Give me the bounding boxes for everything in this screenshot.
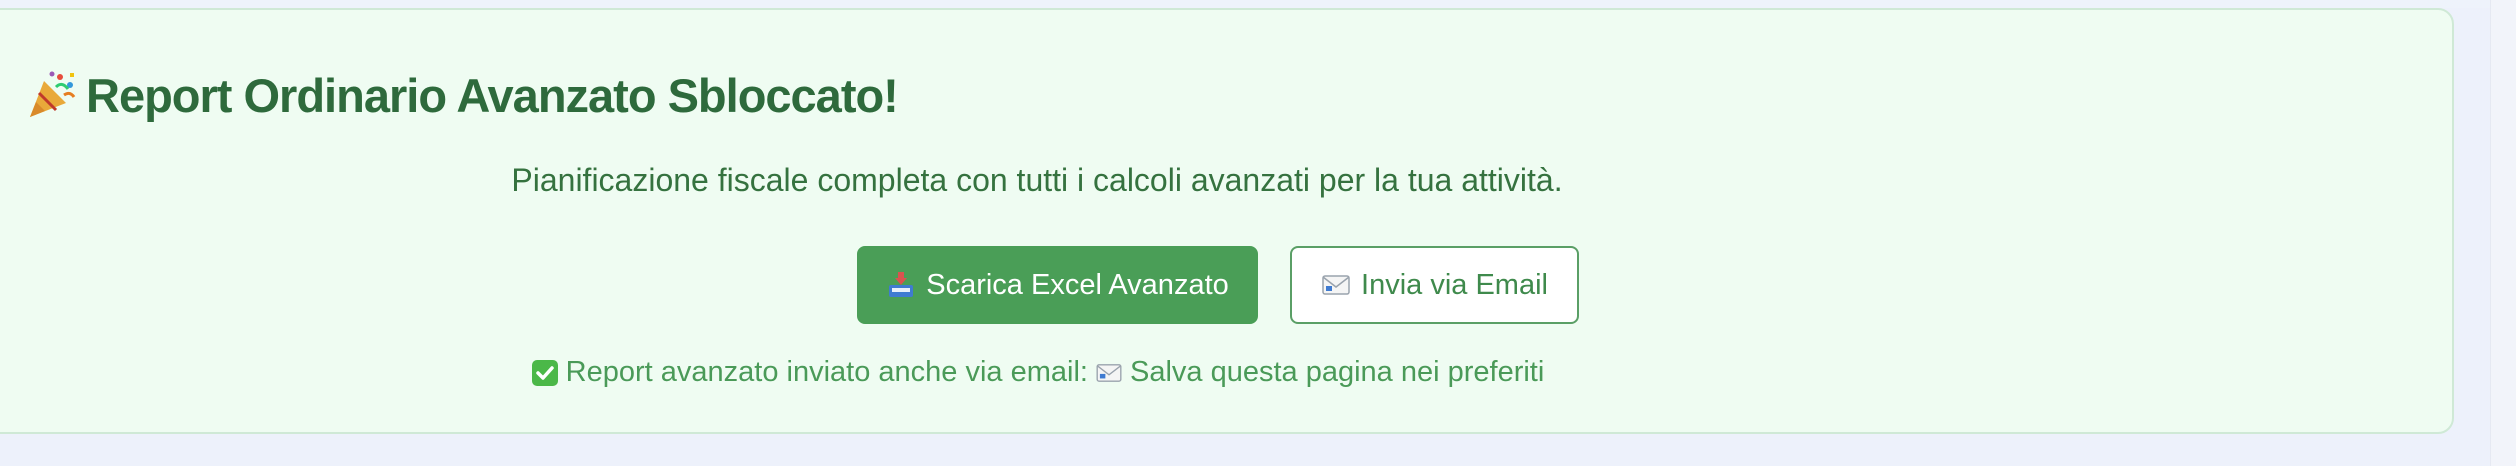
send-email-button[interactable]: Invia via Email — [1290, 246, 1579, 324]
envelope-icon — [1321, 270, 1351, 300]
note-text-bookmark: Salva questa pagina nei preferiti — [1129, 356, 1545, 388]
scrollbar[interactable] — [2490, 0, 2516, 466]
card-header: Report Ordinario Avanzato Sbloccato! — [24, 60, 899, 130]
action-buttons: Scarica Excel Avanzato Invia via Email — [857, 246, 1579, 324]
party-popper-icon — [24, 67, 80, 123]
envelope-icon — [1094, 358, 1124, 388]
email-confirmation-note: Report avanzato inviato anche via email:… — [0, 356, 2092, 389]
send-email-label: Invia via Email — [1361, 268, 1548, 301]
note-text-sent: Report avanzato inviato anche via email: — [565, 356, 1088, 388]
download-excel-label: Scarica Excel Avanzato — [926, 268, 1229, 301]
card-title: Report Ordinario Avanzato Sbloccato! — [86, 68, 899, 122]
check-mark-icon — [530, 358, 560, 388]
success-card: Report Ordinario Avanzato Sbloccato! Pia… — [0, 8, 2454, 434]
page-top-strip — [0, 0, 2490, 8]
download-excel-button[interactable]: Scarica Excel Avanzato — [857, 246, 1258, 324]
inbox-tray-icon — [886, 270, 916, 300]
card-subtitle: Pianificazione fiscale completa con tutt… — [511, 162, 1563, 198]
